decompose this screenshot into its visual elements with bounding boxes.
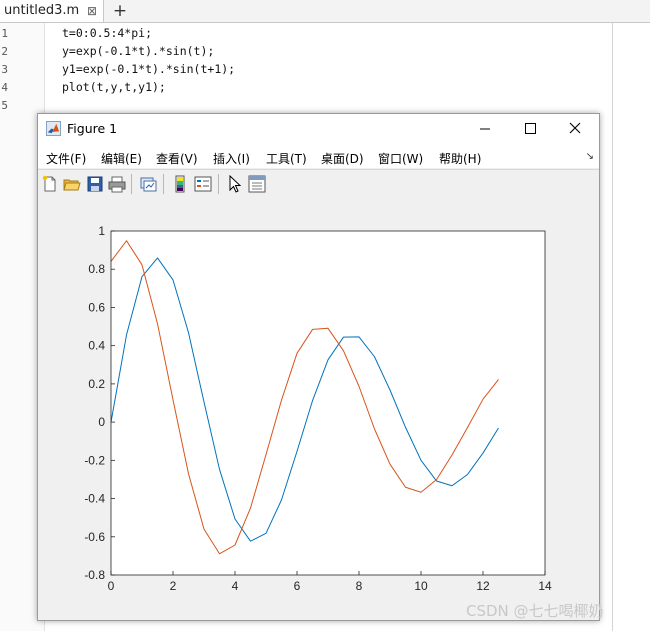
figure-menu-bar: 文件(F) 编辑(E) 查看(V) 插入(I) 工具(T) 桌面(D) 窗口(W… [38, 144, 599, 168]
menu-tools[interactable]: 工具(T) [266, 150, 307, 167]
editor-right-border [612, 23, 613, 631]
figure-title-bar[interactable]: Figure 1 [38, 114, 599, 144]
y-tick-label: 0.4 [88, 339, 105, 353]
code-line[interactable]: plot(t,y,t,y1); [62, 80, 166, 94]
figure-canvas: 0 2 4 6 8 10 12 14 -0.8 -0.6 -0.4 -0.2 0 0.2 0.4 0.6 0.8… [38, 198, 599, 620]
y-tick-label: 0.2 [88, 377, 105, 391]
code-line[interactable]: y1=exp(-0.1*t).*sin(t+1); [62, 62, 235, 76]
link-plot-icon[interactable] [139, 175, 157, 193]
new-tab-button[interactable]: + [106, 0, 134, 22]
y-tick-label: -0.8 [84, 568, 105, 582]
minimize-icon [480, 128, 490, 130]
menu-desktop[interactable]: 桌面(D) [321, 150, 364, 167]
x-tick-label: 6 [294, 579, 301, 593]
x-tick-label: 8 [356, 579, 363, 593]
new-figure-icon[interactable] [41, 175, 59, 193]
y-tick-label: 1 [98, 224, 105, 238]
maximize-button[interactable] [508, 114, 552, 144]
x-tick-label: 12 [476, 579, 490, 593]
open-file-icon[interactable] [63, 175, 81, 193]
line-number: 1 [1, 27, 8, 40]
toolbar-separator [131, 174, 132, 194]
x-tick-label: 10 [414, 579, 428, 593]
menu-view[interactable]: 查看(V) [156, 150, 198, 167]
toolbar-separator [163, 174, 164, 194]
figure-toolbar [38, 169, 599, 199]
x-tick-label: 0 [108, 579, 115, 593]
code-line[interactable]: t=0:0.5:4*pi; [62, 26, 152, 40]
tab-close-icon[interactable]: ⊠ [87, 0, 97, 22]
property-inspector-icon[interactable] [248, 175, 266, 193]
csdn-watermark: CSDN @七七喝椰奶 [466, 602, 604, 620]
toolbar-separator [218, 174, 219, 194]
edit-plot-icon[interactable] [226, 175, 244, 193]
x-tick-label: 14 [538, 579, 552, 593]
editor-tab-title: untitled3.m [4, 3, 80, 18]
figure-title: Figure 1 [67, 121, 118, 136]
line-number: 5 [1, 99, 8, 112]
y-tick-label: -0.6 [84, 530, 105, 544]
menu-help[interactable]: 帮助(H) [439, 150, 481, 167]
print-icon[interactable] [108, 175, 126, 193]
menu-edit[interactable]: 编辑(E) [101, 150, 142, 167]
y-tick-label: 0.8 [88, 262, 105, 276]
insert-colorbar-icon[interactable] [171, 175, 189, 193]
menu-insert[interactable]: 插入(I) [213, 150, 250, 167]
close-icon [569, 122, 581, 134]
line-plot[interactable]: 0 2 4 6 8 10 12 14 -0.8 -0.6 -0.4 -0.2 0 0.2 0.4 0.6 0.8… [38, 198, 599, 620]
menu-window[interactable]: 窗口(W) [378, 150, 423, 167]
axes-background [111, 231, 545, 575]
x-tick-label: 4 [232, 579, 239, 593]
menu-file[interactable]: 文件(F) [46, 150, 86, 167]
menu-overflow-icon[interactable]: ↘ [586, 151, 594, 162]
line-number: 2 [1, 45, 8, 58]
save-icon[interactable] [86, 175, 104, 193]
matlab-logo-icon [46, 121, 61, 136]
insert-legend-icon[interactable] [194, 175, 212, 193]
editor-tab-bar: untitled3.m ⊠ + [0, 0, 650, 23]
y-tick-label: -0.4 [84, 492, 105, 506]
code-line[interactable]: y=exp(-0.1*t).*sin(t); [62, 44, 214, 58]
y-tick-label: 0 [98, 415, 105, 429]
close-button[interactable] [553, 114, 597, 144]
y-tick-label: 0.6 [88, 300, 105, 314]
y-tick-label: -0.2 [84, 453, 105, 467]
line-number: 3 [1, 63, 8, 76]
minimize-button[interactable] [463, 114, 507, 144]
maximize-icon [525, 123, 536, 134]
x-tick-label: 2 [170, 579, 177, 593]
editor-tab[interactable]: untitled3.m ⊠ [0, 0, 104, 22]
line-number: 4 [1, 81, 8, 94]
figure-window: Figure 1 文件(F) 编辑(E) 查看(V) 插入(I) 工具(T) 桌… [37, 113, 600, 621]
